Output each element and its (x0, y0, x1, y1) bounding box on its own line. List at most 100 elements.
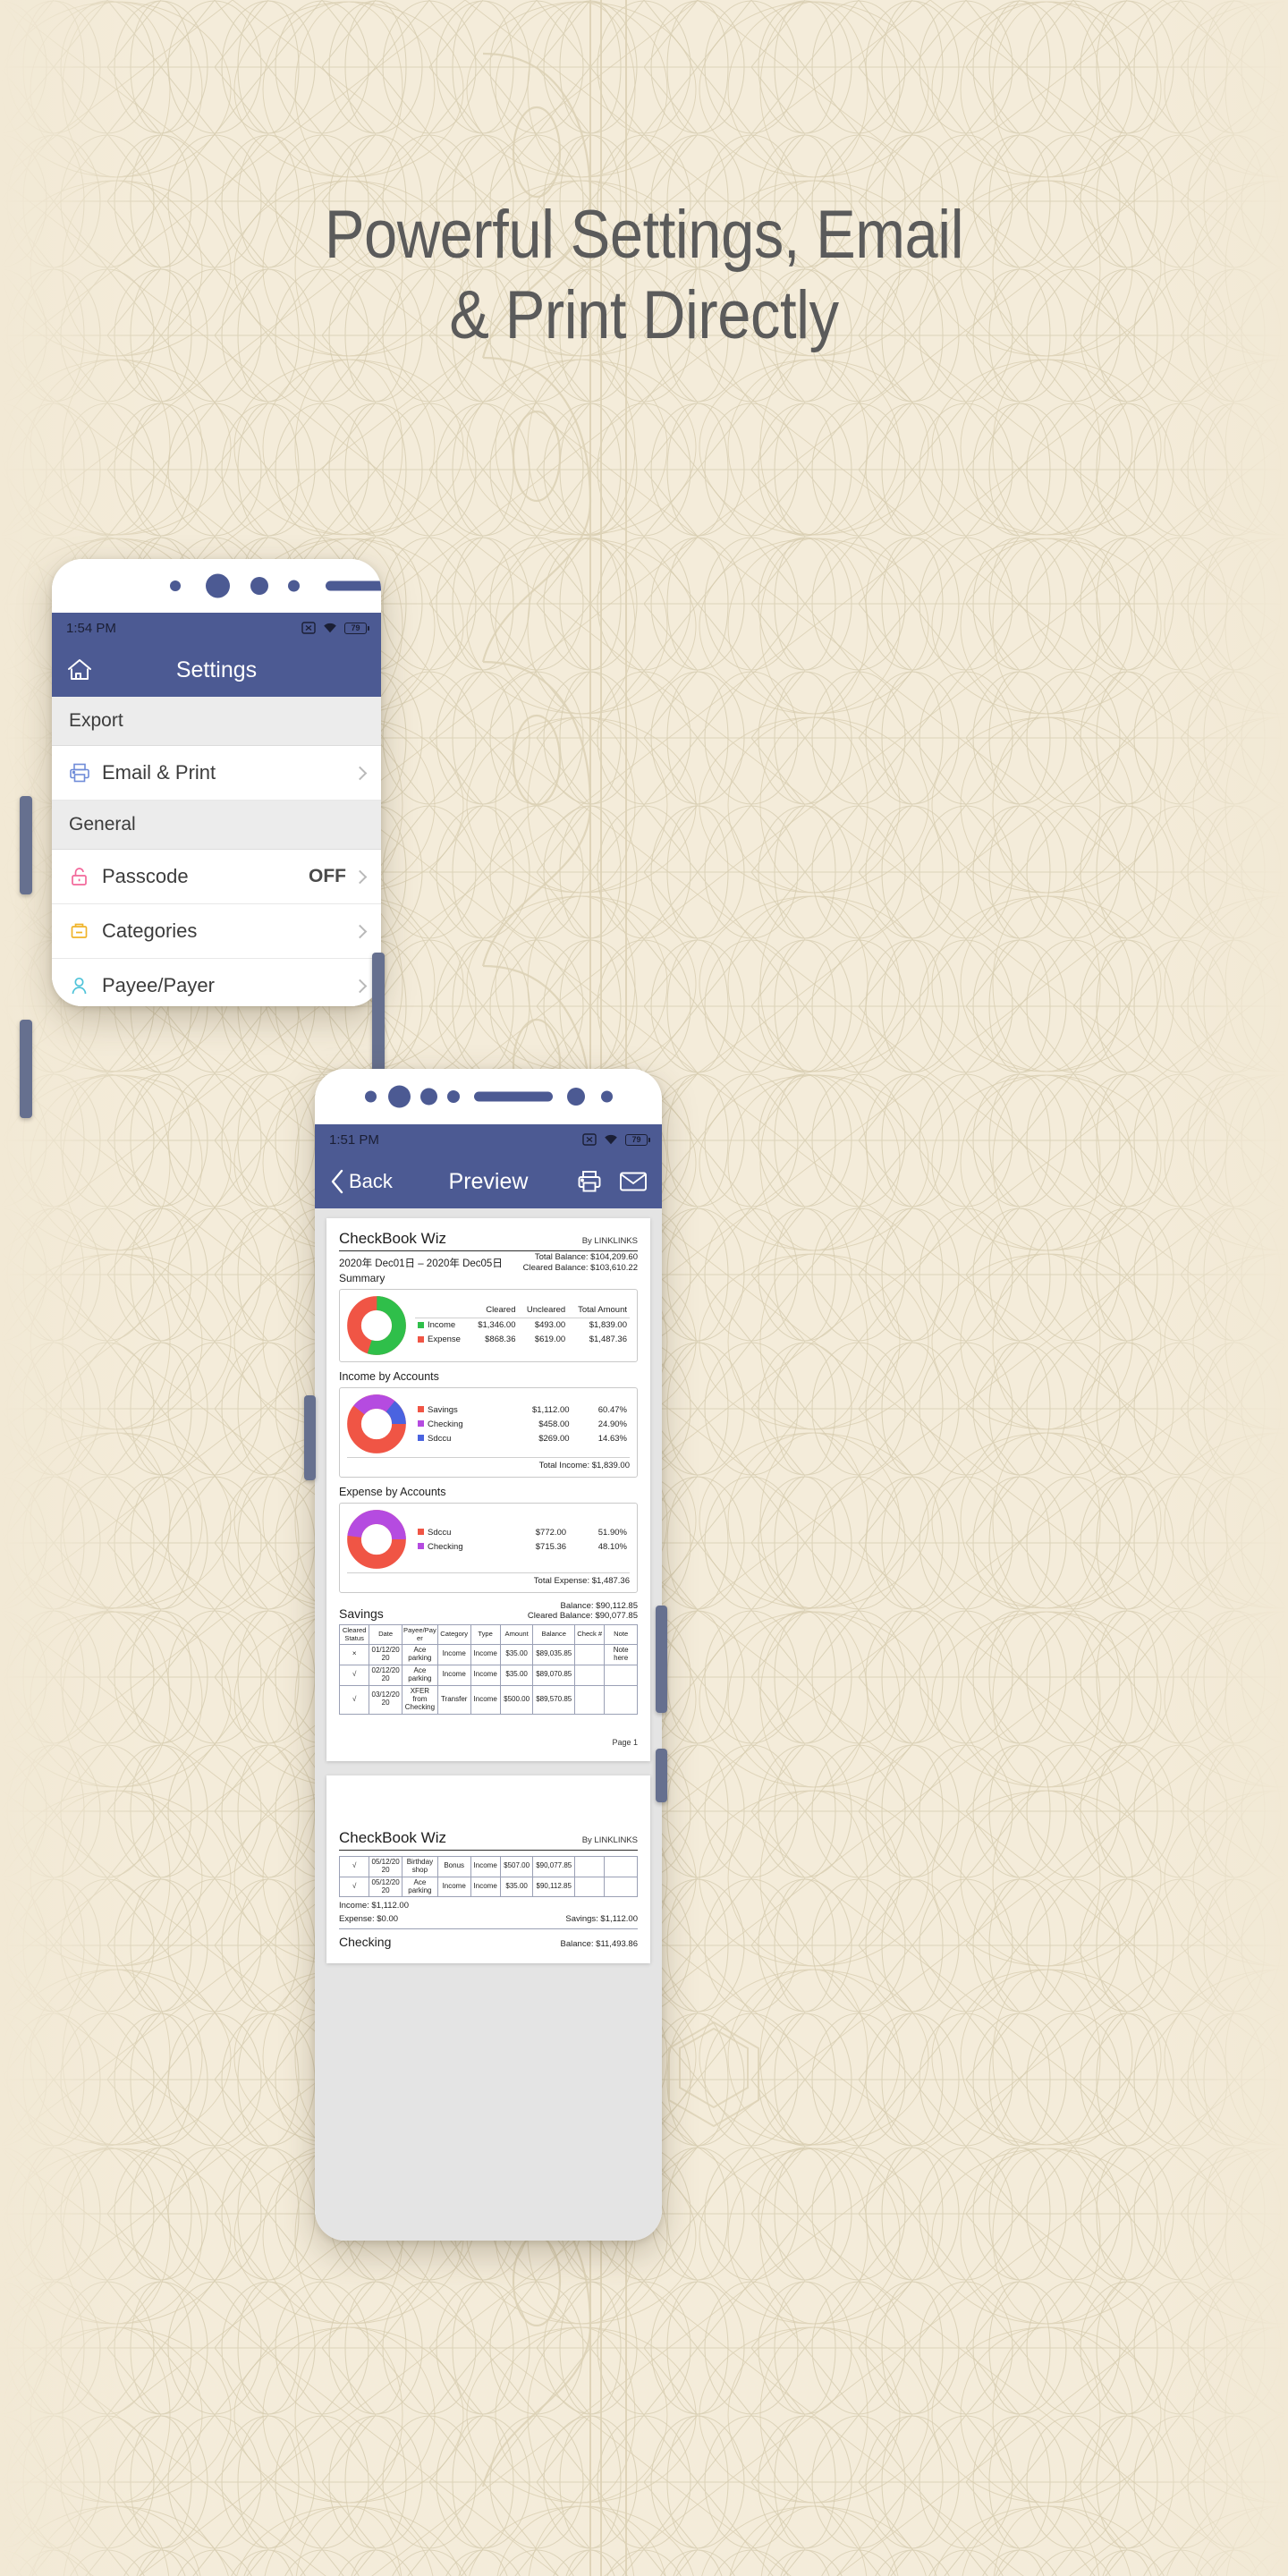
sensor-dot-medium (250, 577, 268, 595)
phone-bezel-top (315, 1069, 662, 1124)
legend-swatch-expense (418, 1335, 424, 1343)
expense-row-label: Sdccu (428, 1527, 452, 1538)
person-icon (68, 974, 102, 997)
headline-line-2: & Print Directly (449, 276, 839, 353)
income-card: Savings $1,112.00 60.47% Checking $458.0… (339, 1387, 638, 1478)
col-check: Check # (574, 1624, 606, 1645)
preview-phone-button-right-2[interactable] (656, 1749, 667, 1802)
status-bar: 1:51 PM 79 (315, 1124, 662, 1155)
chevron-right-icon (352, 869, 368, 884)
envelope-icon[interactable] (619, 1170, 648, 1193)
earpiece-speaker (326, 580, 381, 591)
divider (339, 1928, 638, 1930)
summary-card: Cleared Uncleared Total Amount Income $1… (339, 1289, 638, 1362)
expense-donut-chart (347, 1510, 406, 1569)
settings-row-label: Payee/Payer (102, 974, 215, 996)
categories-icon (68, 919, 102, 943)
col-payee: Payee/Payer (401, 1624, 438, 1645)
settings-row-passcode[interactable]: Passcode OFF (52, 850, 381, 904)
settings-screen: 1:54 PM 79 Settings Export Email & Print… (52, 613, 381, 1006)
sensor-dot-right-1 (567, 1088, 585, 1106)
cell-amount: $35.00 (499, 1876, 534, 1898)
expense-section-title: Expense by Accounts (339, 1486, 446, 1498)
cell-payee: Birthday shop (401, 1855, 438, 1877)
cell-date: 03/12/2020 (369, 1684, 402, 1715)
cell-note (604, 1664, 638, 1686)
section-header-export: Export (52, 697, 381, 746)
cell-date: 05/12/2020 (369, 1855, 402, 1877)
back-button[interactable]: Back (329, 1168, 393, 1195)
savings-account-name: Savings (339, 1606, 384, 1621)
cell-amount: $35.00 (499, 1644, 534, 1665)
settings-phone: 1:54 PM 79 Settings Export Email & Print… (52, 559, 381, 1006)
cell-note (604, 1855, 638, 1877)
chevron-right-icon (352, 766, 368, 780)
report-header: CheckBook Wiz By LINKLINKS (339, 1230, 638, 1251)
page-number: Page 1 (612, 1737, 638, 1747)
summary-row-label: Income (428, 1320, 456, 1330)
summary-donut-chart (347, 1296, 406, 1355)
income-pct: 60.47% (597, 1404, 627, 1415)
x-box-icon (582, 1133, 597, 1146)
table-row: Sdccu $772.00 51.90% (415, 1525, 630, 1539)
front-camera (206, 573, 230, 598)
cell-balance: $90,077.85 (532, 1855, 576, 1877)
front-camera (388, 1085, 411, 1108)
settings-row-payee-payer[interactable]: Payee/Payer (52, 959, 381, 1006)
savings-transactions-table-2: √ 05/12/2020 Birthday shop Bonus Income … (338, 1855, 638, 1898)
summary-uncleared: $619.00 (534, 1335, 566, 1344)
cell-balance: $90,112.85 (532, 1876, 576, 1898)
cell-note (604, 1876, 638, 1898)
cell-status: √ (338, 1876, 370, 1898)
home-icon[interactable] (66, 657, 93, 682)
cell-category: Transfer (436, 1684, 471, 1715)
table-row: Sdccu $269.00 14.63% (415, 1431, 630, 1445)
expense-card: Sdccu $772.00 51.90% Checking $715.36 48… (339, 1503, 638, 1593)
expense-pct: 48.10% (597, 1541, 627, 1552)
cell-note (604, 1684, 638, 1715)
cell-amount: $500.00 (499, 1684, 534, 1715)
col-type: Type (470, 1624, 501, 1645)
cell-check (574, 1664, 606, 1686)
summary-col-3: Total Amount (568, 1304, 630, 1318)
summary-total: $1,839.00 (589, 1320, 627, 1330)
x-box-icon (301, 622, 316, 634)
cell-check (574, 1876, 606, 1898)
summary-col-2: Uncleared (518, 1304, 569, 1318)
cell-date: 01/12/2020 (369, 1644, 402, 1665)
report-page-2: CheckBook Wiz By LINKLINKS √ 05/12/2020 … (326, 1775, 650, 1964)
cell-type: Income (470, 1644, 501, 1665)
table-row: Savings $1,112.00 60.47% (415, 1402, 630, 1417)
cell-amount: $35.00 (499, 1664, 534, 1686)
report-summary-label: Summary (339, 1272, 386, 1284)
headline-line-1: Powerful Settings, Email (324, 197, 964, 273)
phone-bezel-top (52, 559, 381, 613)
cell-type: Income (470, 1664, 501, 1686)
printer-icon[interactable] (576, 1169, 603, 1194)
preview-screen: 1:51 PM 79 Back Preview CheckBook Wiz By… (315, 1124, 662, 2241)
settings-row-email-print[interactable]: Email & Print (52, 746, 381, 801)
summary-cleared: $1,346.00 (478, 1320, 516, 1330)
expense-row-label: Checking (428, 1541, 463, 1552)
settings-row-categories[interactable]: Categories (52, 904, 381, 959)
chevron-left-icon (331, 1169, 343, 1194)
table-row: Checking $458.00 24.90% (415, 1417, 630, 1431)
col-date: Date (369, 1624, 402, 1645)
preview-phone-button-right-1[interactable] (656, 1606, 667, 1713)
cell-status: √ (338, 1855, 370, 1877)
phone-volume-button-left-2[interactable] (20, 1020, 32, 1118)
expense-pct: 51.90% (597, 1527, 627, 1538)
cell-date: 02/12/2020 (369, 1664, 402, 1686)
phone-volume-button-left-1[interactable] (20, 796, 32, 894)
cell-payee: Ace parking (401, 1876, 438, 1898)
col-balance: Balance (532, 1624, 576, 1645)
income-amount: $458.00 (538, 1419, 570, 1429)
preview-phone-button-left[interactable] (304, 1395, 316, 1480)
cell-balance: $89,035.85 (532, 1644, 576, 1665)
checking-account-name: Checking (339, 1935, 392, 1950)
chevron-right-icon (352, 979, 368, 993)
summary-col-1: Cleared (469, 1304, 519, 1318)
cell-payee: Ace parking (401, 1644, 438, 1665)
income-section-title: Income by Accounts (339, 1370, 439, 1383)
report-preview-scroll[interactable]: CheckBook Wiz By LINKLINKS 2020年 Dec01日 … (315, 1208, 662, 2241)
